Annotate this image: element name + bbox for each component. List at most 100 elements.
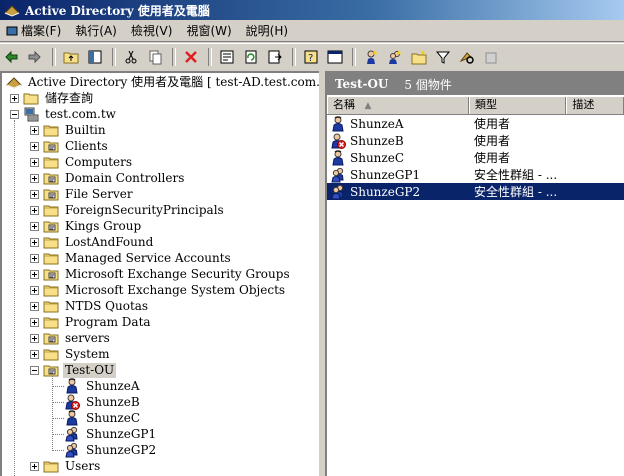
expand-icon[interactable] — [30, 125, 39, 135]
sort-asc-icon: ▲ — [364, 101, 372, 111]
cut-icon — [125, 50, 137, 64]
folder-icon — [43, 202, 59, 218]
expand-icon[interactable] — [30, 253, 39, 263]
folder-icon — [43, 458, 59, 474]
menu-0[interactable]: 檔案(F) — [0, 22, 69, 40]
column-description[interactable]: 描述 — [566, 97, 624, 114]
tree-item-servers[interactable]: servers — [30, 330, 112, 346]
expand-icon[interactable] — [30, 141, 39, 151]
tree-line — [52, 450, 64, 451]
tree-item-kings-group[interactable]: Kings Group — [30, 218, 143, 234]
new-group-button[interactable] — [384, 46, 406, 68]
tree-item-file-server[interactable]: File Server — [30, 186, 135, 202]
expand-icon[interactable] — [30, 301, 39, 311]
tree-item-shunzec[interactable]: ShunzeC — [64, 410, 142, 426]
expand-icon[interactable] — [30, 461, 39, 471]
expand-icon[interactable] — [30, 317, 39, 327]
domain-icon — [23, 106, 39, 122]
tree-item-saved-queries[interactable]: 儲存查詢 — [10, 90, 95, 106]
tree-item-shunzeb[interactable]: ShunzeB — [64, 394, 142, 410]
list-item[interactable]: ShunzeA 使用者 — [327, 115, 624, 132]
tree-item-computers[interactable]: Computers — [30, 154, 134, 170]
tree-item-shunzegp1[interactable]: ShunzeGP1 — [64, 426, 158, 442]
expand-icon[interactable] — [30, 349, 39, 359]
tree-item-microsoft-exchange-security-groups[interactable]: Microsoft Exchange Security Groups — [30, 266, 292, 282]
expand-icon[interactable] — [30, 189, 39, 199]
tree-item-users[interactable]: Users — [30, 458, 102, 474]
details-header: Test-OU 5 個物件 — [327, 73, 624, 95]
item-name: ShunzeA — [350, 116, 404, 131]
delete-button[interactable] — [180, 46, 202, 68]
menu-1[interactable]: 執行(A) — [69, 22, 125, 40]
help-button[interactable]: ? — [300, 46, 322, 68]
forward-arrow-button[interactable] — [24, 46, 46, 68]
ou-icon — [43, 218, 59, 234]
tree-item-label: System — [65, 346, 110, 361]
tree-item-foreignsecurityprincipals[interactable]: ForeignSecurityPrincipals — [30, 202, 226, 218]
expand-icon[interactable] — [30, 157, 39, 167]
tree-root[interactable]: Active Directory 使用者及電腦 [ test-AD.test.c… — [6, 74, 319, 90]
expand-icon[interactable] — [30, 285, 39, 295]
expand-icon[interactable] — [30, 237, 39, 247]
console-button[interactable] — [324, 46, 346, 68]
filter-button[interactable] — [432, 46, 454, 68]
new-ou-button[interactable] — [408, 46, 430, 68]
tree-item-domain-controllers[interactable]: Domain Controllers — [30, 170, 186, 186]
menu-4[interactable]: 說明(H) — [240, 22, 296, 40]
tree-item-microsoft-exchange-system-objects[interactable]: Microsoft Exchange System Objects — [30, 282, 287, 298]
ou-icon — [43, 266, 59, 282]
tree-item-shunzea[interactable]: ShunzeA — [64, 378, 142, 394]
add-to-group-button[interactable] — [480, 46, 502, 68]
tree-item-shunzegp2[interactable]: ShunzeGP2 — [64, 442, 158, 458]
item-type: 使用者 — [474, 134, 511, 148]
tree-line — [52, 376, 53, 451]
expand-icon[interactable] — [30, 173, 39, 183]
up-folder-button[interactable] — [60, 46, 82, 68]
find-button[interactable] — [456, 46, 478, 68]
item-name: ShunzeB — [350, 133, 404, 148]
folder-icon — [43, 250, 59, 266]
console-menu-icon — [6, 26, 18, 36]
copy-button[interactable] — [144, 46, 166, 68]
properties-button[interactable] — [216, 46, 238, 68]
tree-item-managed-service-accounts[interactable]: Managed Service Accounts — [30, 250, 233, 266]
tree-pane[interactable]: Active Directory 使用者及電腦 [ test-AD.test.c… — [0, 71, 319, 476]
show-tree-button[interactable] — [84, 46, 106, 68]
column-type[interactable]: 類型 — [469, 97, 567, 114]
menu-3[interactable]: 視窗(W) — [180, 22, 239, 40]
back-arrow-button[interactable] — [0, 46, 22, 68]
tree-item-ntds-quotas[interactable]: NTDS Quotas — [30, 298, 150, 314]
list-item[interactable]: ShunzeB 使用者 — [327, 132, 624, 149]
new-group-icon — [389, 50, 402, 64]
tree-item-lostandfound[interactable]: LostAndFound — [30, 234, 155, 250]
tree-item-program-data[interactable]: Program Data — [30, 314, 153, 330]
toolbar: ? — [0, 43, 624, 70]
tree-item-domain[interactable]: test.com.tw — [10, 106, 118, 122]
tree-line — [14, 120, 15, 476]
collapse-icon[interactable] — [10, 109, 19, 119]
expand-icon[interactable] — [30, 205, 39, 215]
menu-2[interactable]: 檢視(V) — [125, 22, 181, 40]
export-button[interactable] — [264, 46, 286, 68]
item-type: 使用者 — [474, 117, 511, 131]
expand-icon[interactable] — [30, 221, 39, 231]
tree-item-builtin[interactable]: Builtin — [30, 122, 108, 138]
tree-item-clients[interactable]: Clients — [30, 138, 110, 154]
cut-button[interactable] — [120, 46, 142, 68]
refresh-button[interactable] — [240, 46, 262, 68]
collapse-icon[interactable] — [30, 365, 39, 375]
list-item[interactable]: ShunzeGP1 安全性群組 - ... — [327, 166, 624, 183]
list-item[interactable]: ShunzeC 使用者 — [327, 149, 624, 166]
tree-item-system[interactable]: System — [30, 346, 111, 362]
list-item[interactable]: ShunzeGP2 安全性群組 - ... — [327, 183, 624, 200]
toolbar-separator — [292, 48, 296, 66]
tree-item-test-ou[interactable]: Test-OU — [30, 362, 117, 378]
column-name[interactable]: 名稱 ▲ — [327, 97, 470, 114]
expand-icon[interactable] — [30, 269, 39, 279]
toolbar-separator — [52, 48, 56, 66]
new-ou-icon — [411, 50, 427, 65]
details-title: Test-OU — [335, 77, 389, 91]
expand-icon[interactable] — [30, 333, 39, 343]
expand-icon[interactable] — [10, 93, 19, 103]
new-user-button[interactable] — [360, 46, 382, 68]
